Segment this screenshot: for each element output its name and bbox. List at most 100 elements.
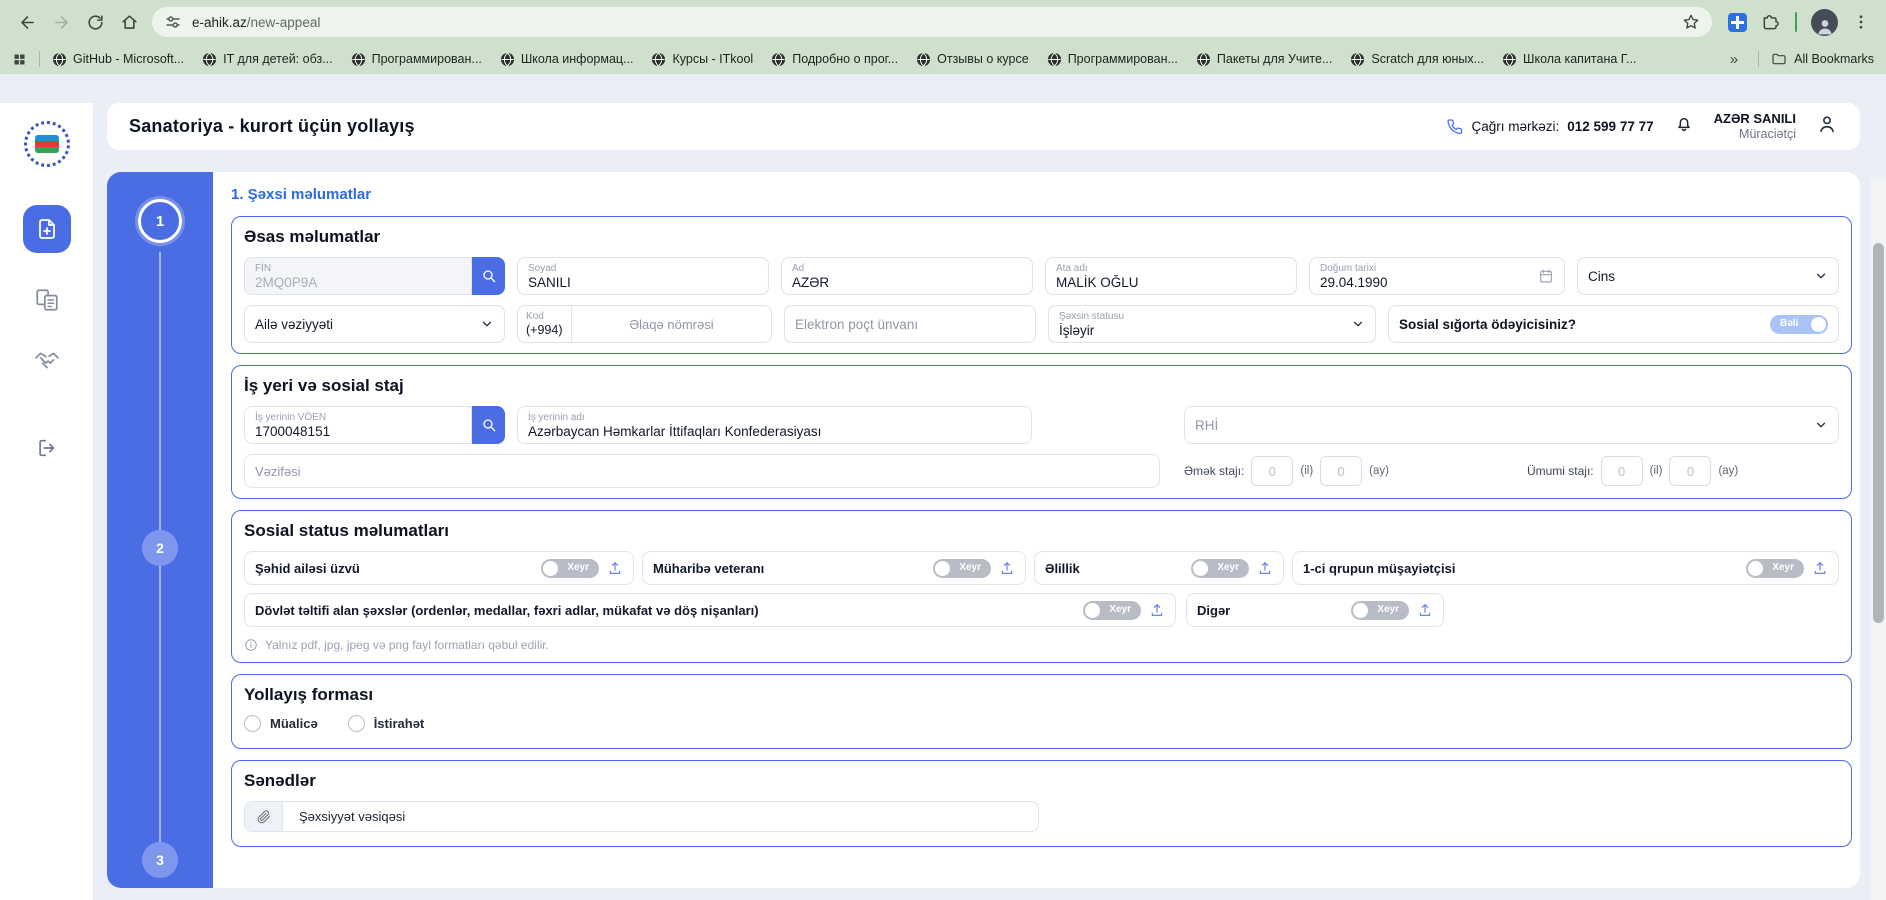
social-status-toggle[interactable]: Xeyr [1746,559,1804,578]
all-bookmarks-button[interactable]: All Bookmarks [1771,51,1874,67]
pinned-extension-icon[interactable] [1728,13,1747,32]
social-status-toggle[interactable]: Xeyr [541,559,599,578]
user-role: Müraciətçi [1714,127,1796,143]
radio-icon[interactable] [244,715,261,732]
bookmark-star-icon[interactable] [1682,13,1700,31]
workplace-row-1: İş yerinin VÖEN 1700048151 İş yerinin ad… [244,406,1839,444]
fin-search-button[interactable] [472,257,505,295]
section-referral-form: Yollayış forması Müalicə İstirahət [231,674,1852,749]
bookmark-item[interactable]: IT для детей: обз... [202,52,332,67]
email-input[interactable]: Elektron poçt ünvanı [784,305,1036,343]
call-center-number: 012 599 77 77 [1567,119,1653,134]
phone-code-field[interactable]: Kod (+994) [518,306,572,342]
bookmark-item[interactable]: Пакеты для Учите... [1196,52,1333,67]
step-1-indicator[interactable]: 1 [138,199,182,243]
logout-button[interactable] [36,437,58,464]
bookmark-item[interactable]: Отзывы о курсе [916,52,1029,67]
bookmark-item[interactable]: Курсы - ITkool [651,52,753,67]
upload-icon[interactable] [607,560,623,576]
voen-field[interactable]: İş yerinin VÖEN 1700048151 [244,406,472,444]
fin-field[interactable]: FİN 2MQ0P9A [244,257,472,295]
work-experience-months-input[interactable]: 0 [1320,456,1362,486]
section-basic-title: Əsas məlumatlar [244,227,1839,247]
radio-icon[interactable] [348,715,365,732]
referral-option-treatment[interactable]: Müalicə [244,715,318,732]
position-input[interactable]: Vəzifəsi [244,454,1160,488]
referral-option-rest[interactable]: İstirahət [348,715,425,732]
sidebar-item-new-appeal[interactable] [23,205,71,253]
person-status-select[interactable]: Şəxsin statusu İşləyir [1048,305,1376,343]
step-2-indicator[interactable]: 2 [142,530,178,566]
back-icon[interactable] [10,5,44,39]
notifications-bell-icon[interactable] [1674,114,1694,139]
rhi-select[interactable]: RHİ [1184,406,1839,444]
forward-icon[interactable] [44,5,78,39]
bookmark-item[interactable]: Scratch для юных... [1350,52,1484,67]
upload-icon[interactable] [999,560,1015,576]
upload-icon[interactable] [1257,560,1273,576]
social-insurance-toggle[interactable]: Bəli [1770,315,1828,334]
social-status-toggle[interactable]: Xeyr [1083,601,1141,620]
page-scrollbar[interactable] [1871,177,1886,900]
phone-number-input[interactable]: Əlaqə nömrəsi [572,306,771,342]
home-icon[interactable] [112,5,146,39]
social-status-card: Digər Xeyr [1186,593,1444,627]
bookmark-item[interactable]: Программирован... [351,52,482,67]
call-center: Çağrı mərkəzi: 012 599 77 77 [1446,118,1653,135]
favicon-globe-icon [771,52,786,67]
search-icon [481,268,497,284]
favicon-globe-icon [1502,52,1517,67]
browser-menu-icon[interactable] [1852,13,1870,31]
sidebar-item-appeals[interactable] [34,287,60,318]
bookmark-item[interactable]: Школа информац... [500,52,634,67]
bookmark-item[interactable]: GitHub - Microsoft... [52,52,184,67]
upload-icon[interactable] [1417,602,1433,618]
phone-icon [1446,118,1463,135]
voen-search-button[interactable] [472,406,505,444]
gender-select[interactable]: Cins [1577,257,1839,295]
name-field[interactable]: Ad AZƏR [781,257,1033,295]
address-bar[interactable]: e-ahik.az/new-appeal [152,7,1712,37]
header-right: Çağrı mərkəzi: 012 599 77 77 AZƏR SANILI… [1446,111,1838,143]
step-3-indicator[interactable]: 3 [142,842,178,878]
identity-document-upload[interactable]: Şəxsiyyət vəsiqəsi [244,801,1039,832]
bookmarks-overflow-chevron[interactable]: » [1722,51,1746,68]
father-name-field[interactable]: Ata adı MALİK OĞLU [1045,257,1297,295]
bookmark-item[interactable]: Программирован... [1047,52,1178,67]
bookmark-item[interactable]: Подробно о прог... [771,52,898,67]
apps-grid-icon[interactable] [12,52,27,67]
page-title: Sanatoriya - kurort üçün yollayış [129,116,415,137]
upload-icon[interactable] [1149,602,1165,618]
surname-field[interactable]: Soyad SANILI [517,257,769,295]
social-status-toggle[interactable]: Xeyr [1191,559,1249,578]
site-info-icon[interactable] [164,13,182,31]
search-icon [481,417,497,433]
documents-icon [34,287,60,313]
work-experience-years-input[interactable]: 0 [1251,456,1293,486]
phone-group: Kod (+994) Əlaqə nömrəsi [517,305,772,343]
birth-date-field[interactable]: Doğum tarixi 29.04.1990 [1309,257,1565,295]
bookmark-item[interactable]: Школа капитана Г... [1502,52,1636,67]
social-status-toggle[interactable]: Xeyr [933,559,991,578]
total-experience-label: Ümumi stajı: [1527,464,1594,478]
calendar-icon[interactable] [1538,268,1554,284]
paperclip-icon[interactable] [245,802,283,831]
section-workplace-title: İş yeri və sosial staj [244,376,1839,396]
total-experience-years-input[interactable]: 0 [1601,456,1643,486]
marital-status-select[interactable]: Ailə vəziyyəti [244,305,505,343]
page-header: Sanatoriya - kurort üçün yollayış Çağrı … [107,103,1860,150]
referral-options: Müalicə İstirahət [244,715,1839,738]
user-profile-icon[interactable] [1816,113,1838,140]
reload-icon[interactable] [78,5,112,39]
scrollbar-thumb[interactable] [1873,243,1884,623]
upload-icon[interactable] [1812,560,1828,576]
workplace-name-field[interactable]: İş yerinin adı Azərbaycan Həmkarlar İtti… [517,406,1032,444]
favicon-globe-icon [52,52,67,67]
profile-avatar[interactable] [1811,9,1838,36]
social-status-toggle[interactable]: Xeyr [1351,601,1409,620]
url-host: e-ahik.az [192,15,247,30]
total-experience-months-input[interactable]: 0 [1669,456,1711,486]
extensions-puzzle-icon[interactable] [1761,12,1781,32]
section-documents-title: Sənədlər [244,771,1839,791]
sidebar-item-partners[interactable] [34,348,60,379]
